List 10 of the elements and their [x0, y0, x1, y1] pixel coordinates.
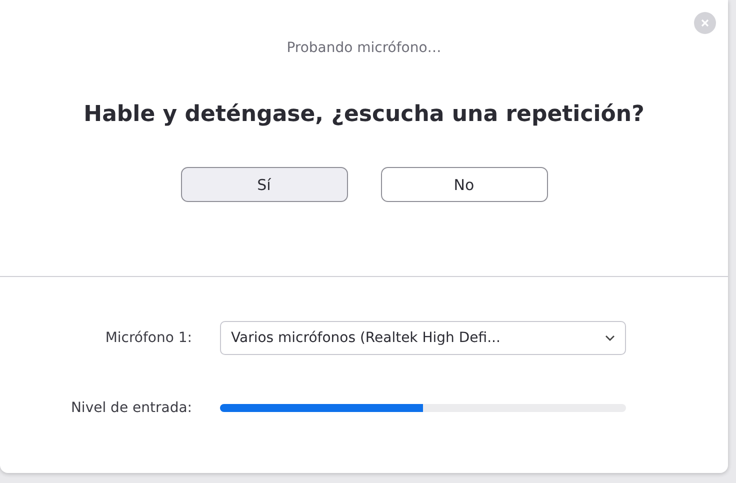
answer-button[interactable]: No [380, 167, 548, 202]
answer-button[interactable]: Sí [180, 167, 348, 202]
chevron-down-icon [605, 335, 615, 341]
close-icon [701, 19, 709, 27]
input-level-label: Nivel de entrada: [70, 400, 192, 416]
question-text: Hable y deténgase, ¿escucha una repetición? [84, 102, 644, 127]
dialog-title: Probando micrófono… [286, 40, 442, 56]
close-button[interactable] [694, 12, 716, 34]
microphone-dropdown[interactable]: Varios micrófonos (Realtek High Defi... [220, 321, 626, 355]
microphone-label: Micrófono 1: [105, 330, 192, 346]
